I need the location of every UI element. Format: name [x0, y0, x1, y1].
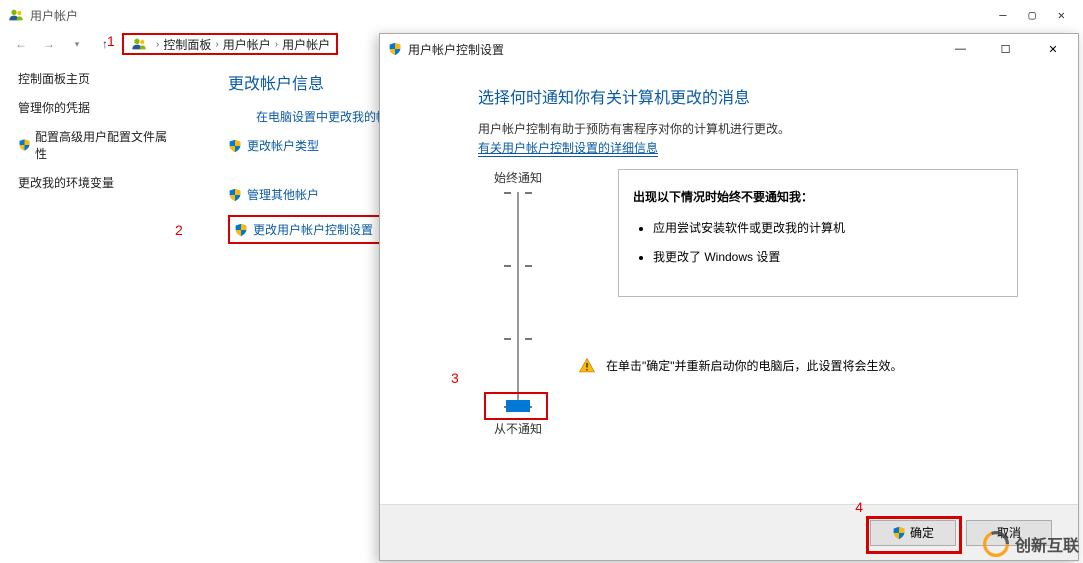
uac-button-bar: 确定 取消 — [380, 504, 1078, 560]
uac-body: 选择何时通知你有关计算机更改的消息 用户帐户控制有助于预防有害程序对你的计算机进… — [380, 64, 1078, 437]
slider-tick — [504, 338, 532, 340]
minimize-button[interactable]: — — [999, 8, 1006, 22]
slider-tick — [504, 265, 532, 267]
cp-titlebar: 用户帐户 — ▢ ✕ — [0, 0, 1083, 30]
minimize-button[interactable]: — — [938, 35, 983, 63]
breadcrumb-item[interactable]: 用户帐户 — [223, 36, 271, 53]
list-item: 我更改了 Windows 设置 — [653, 248, 1003, 267]
sidebar-item-label: 配置高级用户配置文件属性 — [35, 128, 168, 162]
sidebar-home[interactable]: 控制面板主页 — [18, 70, 168, 87]
shield-icon — [234, 223, 248, 237]
users-icon — [130, 36, 148, 52]
shield-icon — [388, 42, 402, 56]
breadcrumb: › 控制面板 › 用户帐户 › 用户帐户 — [122, 33, 338, 55]
annotation-3: 3 — [451, 370, 459, 386]
uac-window-controls: — ☐ ✕ — [938, 35, 1078, 63]
warning-text: 在单击"确定"并重新启动你的电脑后，此设置将会生效。 — [606, 357, 903, 376]
slider-tick — [504, 192, 532, 194]
watermark: 创新互联 — [983, 531, 1079, 557]
annotation-box-3 — [484, 392, 548, 420]
users-icon — [8, 7, 24, 23]
uac-titlebar: 用户帐户控制设置 — ☐ ✕ — [380, 34, 1078, 64]
link-label: 更改帐户类型 — [247, 137, 319, 154]
cp-window-title: 用户帐户 — [30, 7, 78, 24]
button-label: 确定 — [910, 524, 934, 541]
watermark-logo-icon — [983, 531, 1009, 557]
uac-description: 用户帐户控制有助于预防有害程序对你的计算机进行更改。 — [478, 120, 1018, 139]
main-link-uac-settings[interactable]: 更改用户帐户控制设置 — [228, 215, 387, 244]
link-label: 管理其他帐户 — [247, 186, 319, 203]
uac-headline: 选择何时通知你有关计算机更改的消息 — [478, 84, 1018, 108]
breadcrumb-item[interactable]: 用户帐户 — [282, 36, 330, 53]
ok-button[interactable]: 确定 — [870, 520, 956, 546]
shield-icon — [228, 188, 242, 202]
shield-icon — [228, 139, 242, 153]
annotation-4: 4 — [855, 499, 863, 515]
shield-icon — [892, 526, 906, 540]
annotation-2: 2 — [175, 222, 183, 238]
annotation-1: 1 — [107, 33, 115, 49]
never-notify-box: 出现以下情况时始终不要通知我： 应用尝试安装软件或更改我的计算机 我更改了 Wi… — [618, 169, 1018, 296]
warning-icon — [578, 357, 596, 375]
cp-window-controls: — ▢ ✕ — [999, 8, 1075, 22]
chevron-right-icon: › — [156, 39, 159, 50]
cp-sidebar: 控制面板主页 管理你的凭据 配置高级用户配置文件属性 更改我的环境变量 — [18, 70, 168, 244]
uac-dialog: 用户帐户控制设置 — ☐ ✕ 选择何时通知你有关计算机更改的消息 用户帐户控制有… — [379, 33, 1079, 561]
sidebar-link-credentials[interactable]: 管理你的凭据 — [18, 99, 168, 116]
slider-bottom-label: 从不通知 — [494, 420, 542, 437]
close-button[interactable]: ✕ — [1058, 8, 1065, 22]
never-title: 出现以下情况时始终不要通知我： — [633, 188, 1003, 205]
shield-icon — [18, 138, 31, 152]
never-list: 应用尝试安装软件或更改我的计算机 我更改了 Windows 设置 — [633, 219, 1003, 267]
chevron-right-icon: › — [275, 39, 278, 50]
breadcrumb-item[interactable]: 控制面板 — [163, 36, 211, 53]
nav-dropdown-button[interactable]: ▾ — [66, 33, 88, 55]
watermark-text: 创新互联 — [1015, 532, 1079, 556]
nav-forward-button: → — [38, 33, 60, 55]
slider-top-label: 始终通知 — [494, 169, 542, 186]
slider-track[interactable] — [498, 192, 538, 412]
sidebar-item-label: 更改我的环境变量 — [18, 174, 114, 191]
uac-slider-area: 始终通知 从不通知 出现以下情况时始终不要通知我： 应用尝试安装软件或更改我的计 — [478, 169, 1018, 437]
uac-warning: 在单击"确定"并重新启动你的电脑后，此设置将会生效。 — [578, 357, 1018, 376]
nav-back-button[interactable]: ← — [10, 33, 32, 55]
close-button[interactable]: ✕ — [1028, 35, 1078, 63]
link-label: 更改用户帐户控制设置 — [253, 221, 373, 238]
chevron-right-icon: › — [215, 39, 218, 50]
slider-column: 始终通知 从不通知 — [478, 169, 558, 437]
uac-title-text: 用户帐户控制设置 — [408, 41, 504, 58]
maximize-button[interactable]: ☐ — [983, 35, 1028, 63]
uac-info-link[interactable]: 有关用户帐户控制设置的详细信息 — [478, 139, 658, 157]
sidebar-link-profiles[interactable]: 配置高级用户配置文件属性 — [18, 128, 168, 162]
sidebar-item-label: 管理你的凭据 — [18, 99, 90, 116]
list-item: 应用尝试安装软件或更改我的计算机 — [653, 219, 1003, 238]
sidebar-link-envvars[interactable]: 更改我的环境变量 — [18, 174, 168, 191]
maximize-button[interactable]: ▢ — [1029, 8, 1036, 22]
